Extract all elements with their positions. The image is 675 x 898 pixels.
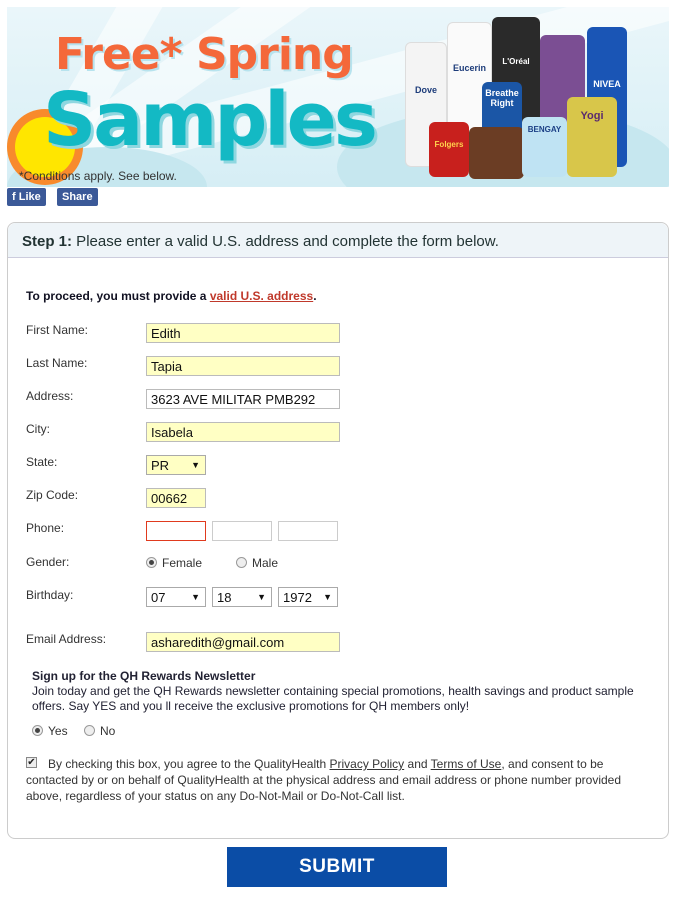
intro-text: To proceed, you must provide a valid U.S… bbox=[26, 289, 317, 303]
brand-label: Dove bbox=[414, 85, 437, 95]
gender-male-radio[interactable]: Male bbox=[236, 556, 278, 570]
valid-address-link[interactable]: valid U.S. address bbox=[210, 289, 313, 303]
brand-label: Folgers bbox=[434, 140, 464, 149]
state-label: State: bbox=[26, 455, 58, 469]
phone-area-input[interactable] bbox=[146, 521, 206, 541]
privacy-policy-link[interactable]: Privacy Policy bbox=[330, 757, 405, 771]
first-name-label: First Name: bbox=[26, 323, 89, 337]
newsletter-no-radio[interactable]: No bbox=[84, 724, 115, 738]
birth-year-select[interactable]: 1972 bbox=[278, 587, 338, 607]
address-label: Address: bbox=[26, 389, 74, 403]
folgers-product: Folgers bbox=[429, 122, 469, 177]
birth-month-select[interactable]: 07 bbox=[146, 587, 206, 607]
brand-label: Breathe Right bbox=[485, 88, 519, 108]
step-header: Step 1: Please enter a valid U.S. addres… bbox=[8, 223, 668, 258]
radio-icon bbox=[32, 725, 43, 736]
gender-female-radio[interactable]: Female bbox=[146, 556, 202, 570]
bengay-product: BENGAY bbox=[522, 117, 567, 177]
brand-label: BENGAY bbox=[527, 125, 562, 134]
phone-label: Phone: bbox=[26, 521, 65, 535]
promo-banner: Free* Spring Samples *Conditions apply. … bbox=[7, 7, 669, 187]
city-input[interactable]: Isabela bbox=[146, 422, 340, 442]
radio-icon bbox=[84, 725, 95, 736]
newsletter-title: Sign up for the QH Rewards Newsletter bbox=[32, 669, 256, 683]
brand-label: NIVEA bbox=[593, 79, 621, 89]
email-input[interactable]: asharedith@gmail.com bbox=[146, 632, 340, 652]
banner-title: Free* Spring bbox=[55, 29, 354, 80]
radio-icon bbox=[236, 557, 247, 568]
phone-line-input[interactable] bbox=[278, 521, 338, 541]
brand-label: L'Oréal bbox=[502, 57, 530, 66]
birthday-label: Birthday: bbox=[26, 588, 74, 602]
gender-label: Gender: bbox=[26, 555, 70, 569]
signup-form: Step 1: Please enter a valid U.S. addres… bbox=[7, 222, 669, 839]
radio-icon bbox=[146, 557, 157, 568]
phone-prefix-input[interactable] bbox=[212, 521, 272, 541]
facebook-icon: f bbox=[12, 191, 19, 203]
first-name-input[interactable]: Edith bbox=[146, 323, 340, 343]
share-button[interactable]: Share bbox=[57, 188, 98, 206]
newsletter-yes-radio[interactable]: Yes bbox=[32, 724, 68, 738]
birth-day-select[interactable]: 18 bbox=[212, 587, 272, 607]
yogi-product: Yogi bbox=[567, 97, 617, 177]
facebook-like-button[interactable]: f Like bbox=[7, 188, 46, 206]
email-label: Email Address: bbox=[26, 632, 107, 646]
conditions-note: *Conditions apply. See below. bbox=[19, 169, 177, 183]
terms-of-use-link[interactable]: Terms of Use bbox=[431, 757, 502, 771]
brand-label: Eucerin bbox=[452, 63, 486, 73]
city-label: City: bbox=[26, 422, 50, 436]
last-name-label: Last Name: bbox=[26, 356, 88, 370]
newsletter-text: Join today and get the QH Rewards newsle… bbox=[32, 684, 634, 713]
consent-text: By checking this box, you agree to the Q… bbox=[26, 757, 622, 803]
state-select[interactable]: PR bbox=[146, 455, 206, 475]
address-input[interactable]: 3623 AVE MILITAR PMB292 bbox=[146, 389, 340, 409]
banner-subtitle: Samples bbox=[43, 77, 378, 163]
zip-input[interactable]: 00662 bbox=[146, 488, 206, 508]
submit-button[interactable]: SUBMIT bbox=[227, 847, 447, 887]
brand-label: Yogi bbox=[580, 110, 604, 122]
zip-label: Zip Code: bbox=[26, 488, 79, 502]
last-name-input[interactable]: Tapia bbox=[146, 356, 340, 376]
